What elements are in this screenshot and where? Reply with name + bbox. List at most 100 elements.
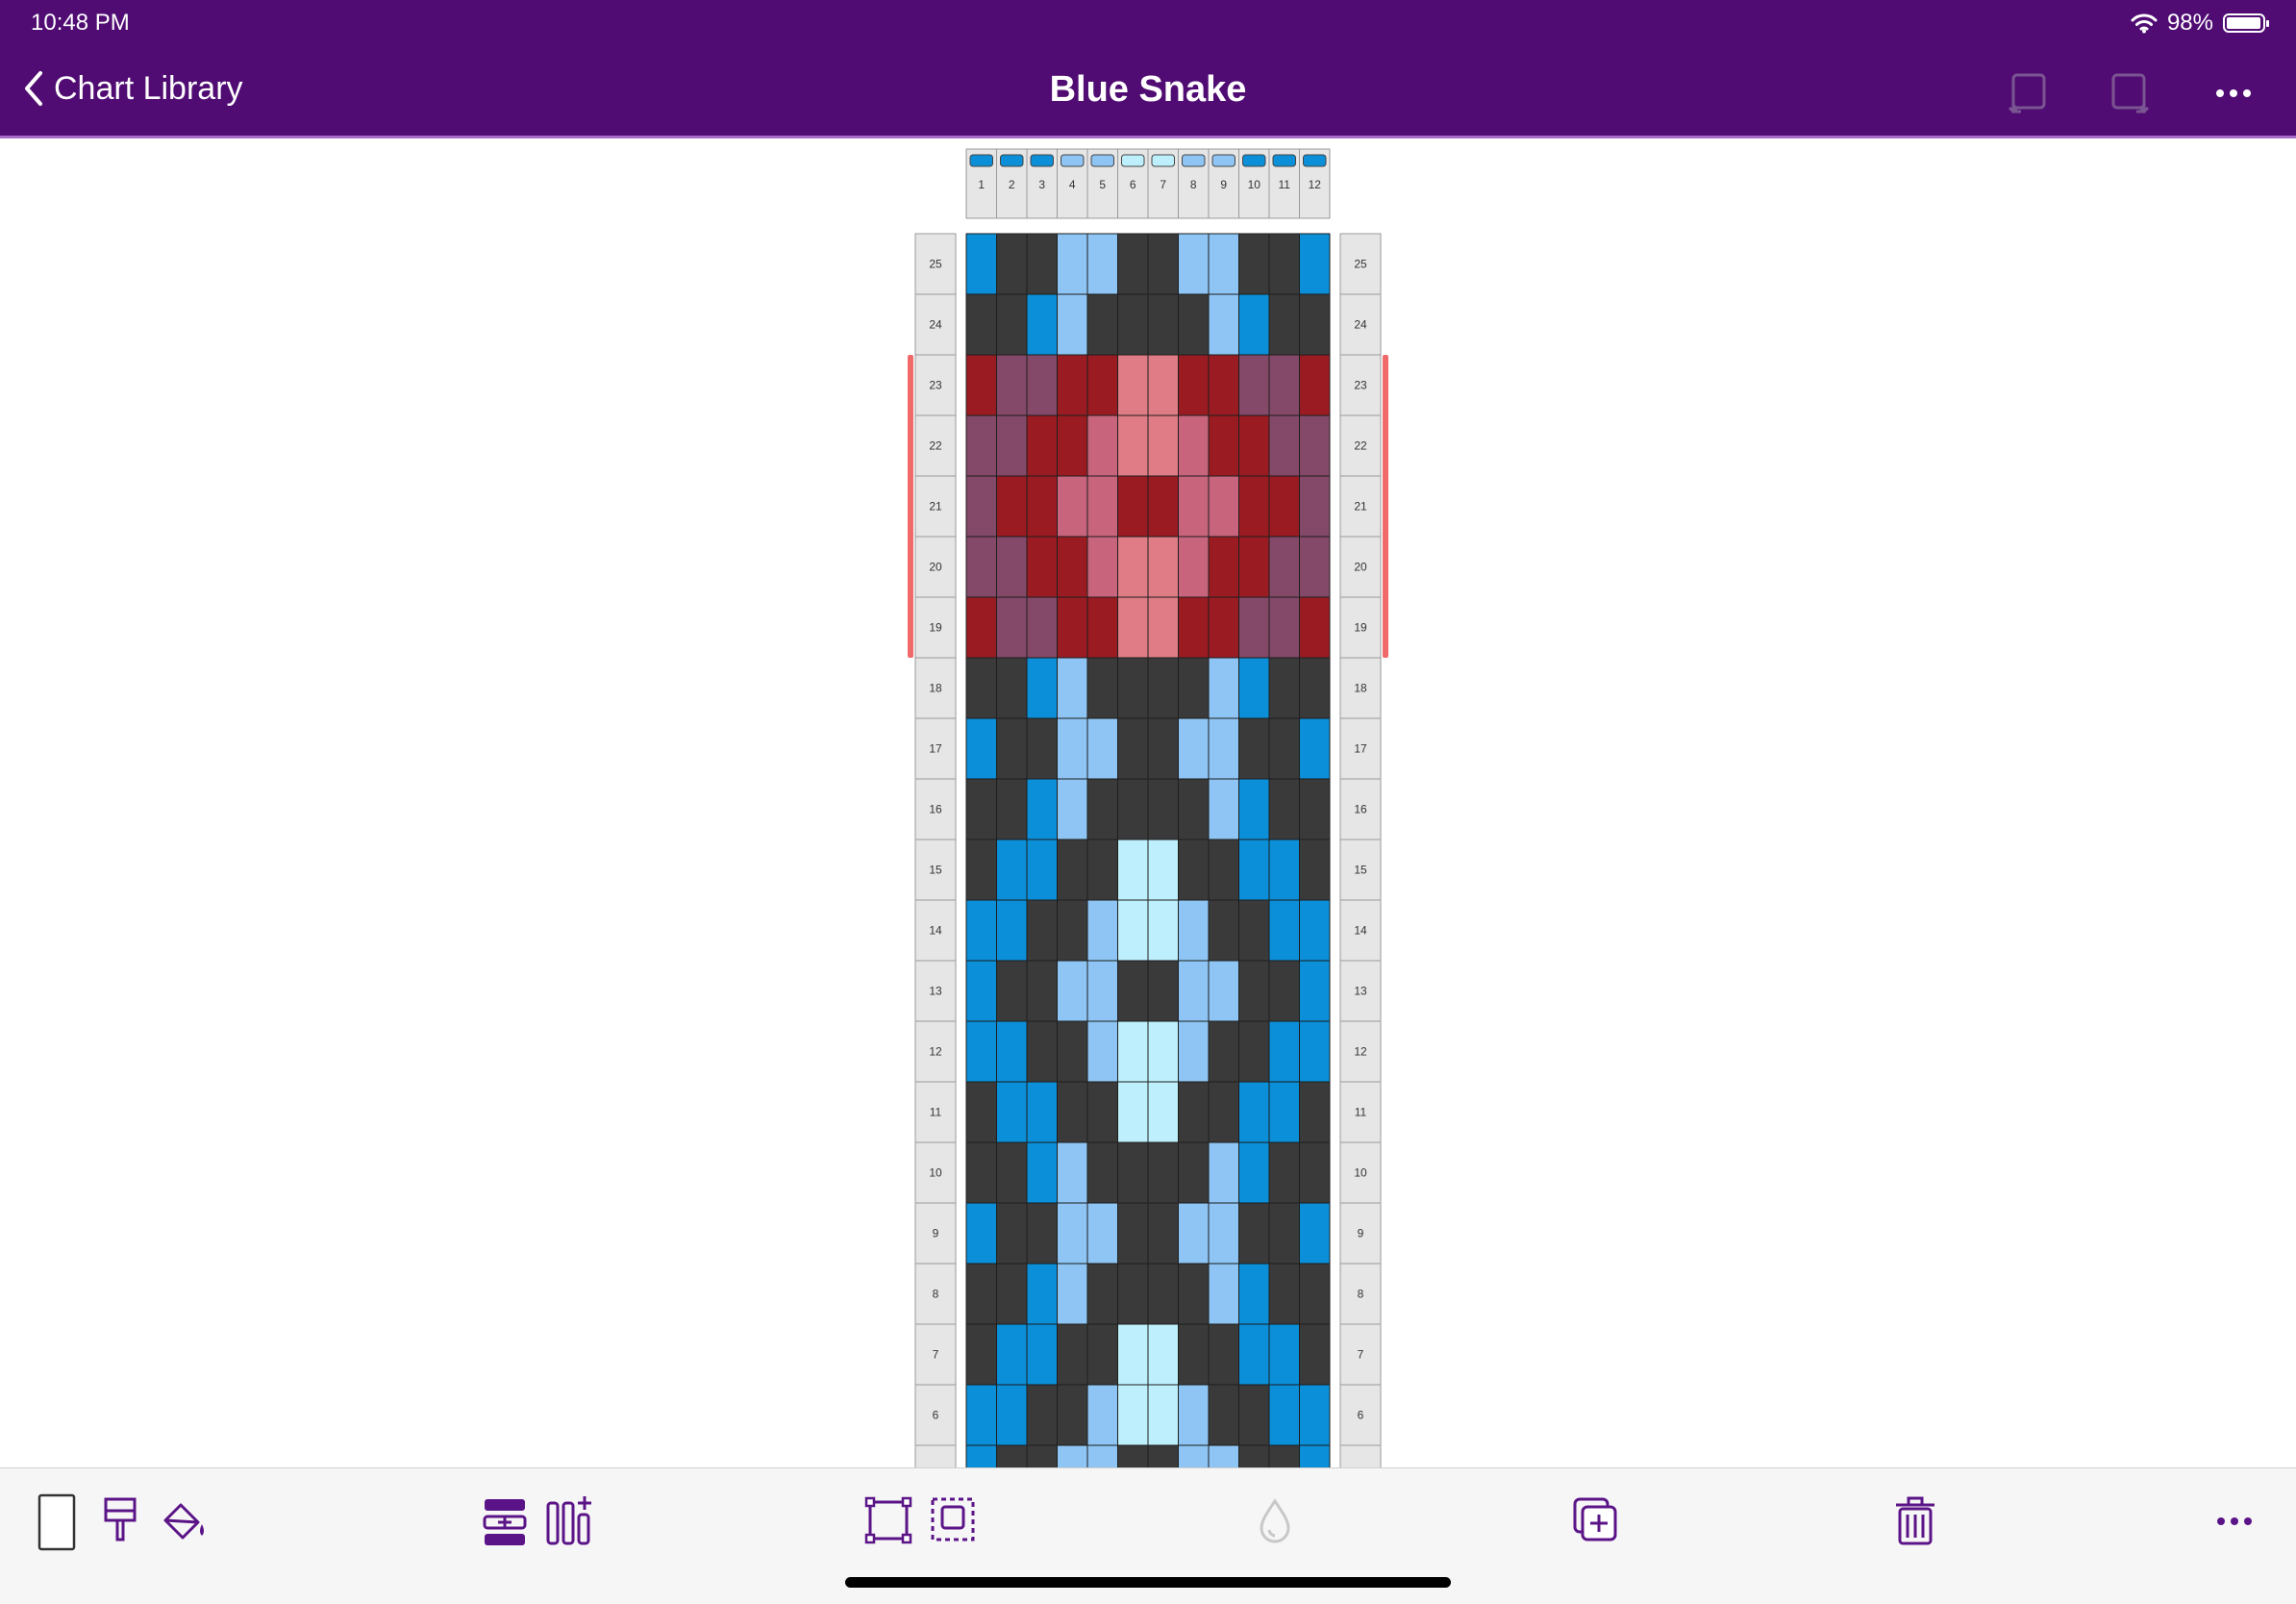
bead-cell[interactable] bbox=[1178, 1141, 1210, 1204]
bead-cell[interactable] bbox=[996, 414, 1028, 477]
bead-cell[interactable] bbox=[1268, 233, 1300, 295]
bead-cell[interactable] bbox=[1117, 475, 1149, 538]
bead-cell[interactable] bbox=[1268, 839, 1300, 901]
bead-cell[interactable] bbox=[1026, 1020, 1058, 1083]
bead-cell[interactable] bbox=[1117, 717, 1149, 780]
selection-marker-right[interactable] bbox=[1383, 355, 1388, 658]
bead-cell[interactable] bbox=[1299, 1081, 1331, 1143]
bead-cell[interactable] bbox=[1117, 657, 1149, 719]
bead-cell[interactable] bbox=[1208, 1263, 1239, 1325]
bead-cell[interactable] bbox=[1208, 778, 1239, 840]
bead-cell[interactable] bbox=[1026, 354, 1058, 416]
bead-cell[interactable] bbox=[965, 657, 997, 719]
paint-bucket-button[interactable] bbox=[158, 1493, 212, 1549]
bead-cell[interactable] bbox=[1057, 657, 1088, 719]
bead-cell[interactable] bbox=[1268, 717, 1300, 780]
bead-cell[interactable] bbox=[1299, 536, 1331, 598]
bead-cell[interactable] bbox=[1026, 293, 1058, 356]
bead-cell[interactable] bbox=[1268, 1323, 1300, 1386]
bead-cell[interactable] bbox=[1178, 657, 1210, 719]
bead-cell[interactable] bbox=[1057, 717, 1088, 780]
bead-cell[interactable] bbox=[1238, 1141, 1270, 1204]
bead-cell[interactable] bbox=[1238, 657, 1270, 719]
bead-cell[interactable] bbox=[1117, 1202, 1149, 1265]
column-color-swatch[interactable] bbox=[969, 154, 993, 167]
bead-cell[interactable] bbox=[996, 354, 1028, 416]
bead-cell[interactable] bbox=[965, 596, 997, 659]
bead-cell[interactable] bbox=[1178, 475, 1210, 538]
bead-cell[interactable] bbox=[1147, 414, 1179, 477]
bead-cell[interactable] bbox=[1268, 536, 1300, 598]
bead-cell[interactable] bbox=[1208, 536, 1239, 598]
bead-cell[interactable] bbox=[996, 596, 1028, 659]
bead-cell[interactable] bbox=[1299, 899, 1331, 962]
bead-cell[interactable] bbox=[1086, 839, 1118, 901]
bead-cell[interactable] bbox=[1299, 1202, 1331, 1265]
bead-cell[interactable] bbox=[1117, 960, 1149, 1022]
bead-cell[interactable] bbox=[996, 899, 1028, 962]
bead-cell[interactable] bbox=[1117, 233, 1149, 295]
bead-cell[interactable] bbox=[965, 778, 997, 840]
bead-cell[interactable] bbox=[1147, 899, 1179, 962]
toolbar-more-button[interactable] bbox=[2208, 1493, 2261, 1549]
bead-cell[interactable] bbox=[1208, 960, 1239, 1022]
bead-cell[interactable] bbox=[1208, 717, 1239, 780]
bead-cell[interactable] bbox=[1086, 960, 1118, 1022]
bead-cell[interactable] bbox=[1208, 414, 1239, 477]
bead-cell[interactable] bbox=[1178, 839, 1210, 901]
bead-cell[interactable] bbox=[1147, 717, 1179, 780]
bead-cell[interactable] bbox=[965, 839, 997, 901]
bead-cell[interactable] bbox=[1057, 414, 1088, 477]
bead-cell[interactable] bbox=[1117, 354, 1149, 416]
bead-cell[interactable] bbox=[1026, 717, 1058, 780]
bead-cell[interactable] bbox=[1117, 596, 1149, 659]
bead-cell[interactable] bbox=[965, 1141, 997, 1204]
bead-cell[interactable] bbox=[1147, 596, 1179, 659]
bead-cell[interactable] bbox=[1086, 1202, 1118, 1265]
bead-cell[interactable] bbox=[1178, 414, 1210, 477]
bead-cell[interactable] bbox=[1086, 778, 1118, 840]
bead-cell[interactable] bbox=[996, 1263, 1028, 1325]
bead-cell[interactable] bbox=[965, 1444, 997, 1467]
bead-cell[interactable] bbox=[1086, 717, 1118, 780]
bead-cell[interactable] bbox=[1026, 1081, 1058, 1143]
bead-cell[interactable] bbox=[1086, 657, 1118, 719]
bead-cell[interactable] bbox=[1238, 1202, 1270, 1265]
bead-cell[interactable] bbox=[1117, 1141, 1149, 1204]
bead-cell[interactable] bbox=[965, 233, 997, 295]
bead-cell[interactable] bbox=[1208, 899, 1239, 962]
bead-cell[interactable] bbox=[1208, 657, 1239, 719]
column-color-swatch[interactable] bbox=[1211, 154, 1235, 167]
bead-cell[interactable] bbox=[1117, 536, 1149, 598]
bead-cell[interactable] bbox=[1238, 1263, 1270, 1325]
bead-cell[interactable] bbox=[1299, 717, 1331, 780]
bead-cell[interactable] bbox=[1147, 475, 1179, 538]
bead-cell[interactable] bbox=[996, 233, 1028, 295]
bead-cell[interactable] bbox=[965, 1081, 997, 1143]
bead-cell[interactable] bbox=[1057, 778, 1088, 840]
bead-cell[interactable] bbox=[1208, 475, 1239, 538]
bead-cell[interactable] bbox=[996, 1444, 1028, 1467]
bead-cell[interactable] bbox=[1026, 1384, 1058, 1446]
bead-cell[interactable] bbox=[1238, 293, 1270, 356]
bead-cell[interactable] bbox=[1086, 414, 1118, 477]
column-color-swatch[interactable] bbox=[1272, 154, 1296, 167]
bead-chart[interactable]: 1 2 3 4 5 6 7 8 9 10 11 1225 2524 2423 2322 2221 2120 201… bbox=[0, 141, 2296, 1467]
bead-cell[interactable] bbox=[1117, 1384, 1149, 1446]
bead-cell[interactable] bbox=[1238, 839, 1270, 901]
page-button[interactable] bbox=[31, 1493, 85, 1551]
bead-cell[interactable] bbox=[1238, 536, 1270, 598]
bead-cell[interactable] bbox=[1147, 778, 1179, 840]
color-drop-button[interactable] bbox=[1248, 1493, 1302, 1549]
bead-cell[interactable] bbox=[1178, 717, 1210, 780]
bead-cell[interactable] bbox=[1268, 1141, 1300, 1204]
bead-cell[interactable] bbox=[1178, 233, 1210, 295]
rotate-right-button[interactable] bbox=[2108, 71, 2152, 115]
bead-cell[interactable] bbox=[1268, 1202, 1300, 1265]
add-row-button[interactable] bbox=[479, 1493, 533, 1549]
bead-cell[interactable] bbox=[1268, 1081, 1300, 1143]
bead-cell[interactable] bbox=[1299, 354, 1331, 416]
bead-cell[interactable] bbox=[1026, 1202, 1058, 1265]
select-area-button[interactable] bbox=[927, 1493, 981, 1549]
bead-cell[interactable] bbox=[1178, 1081, 1210, 1143]
